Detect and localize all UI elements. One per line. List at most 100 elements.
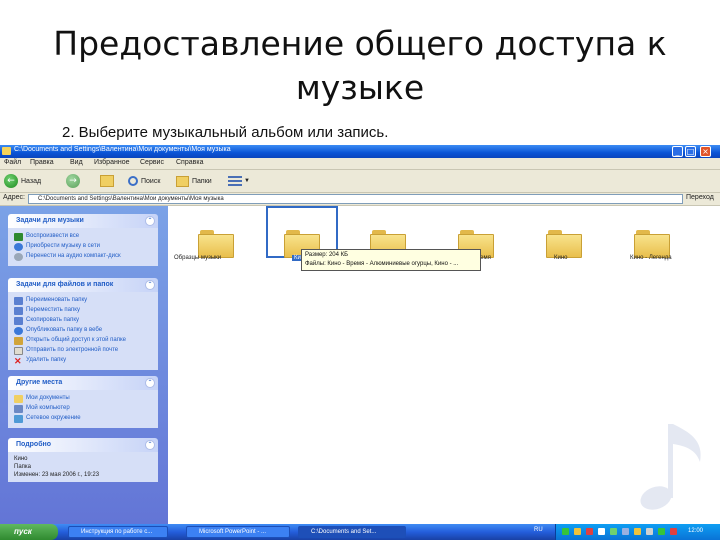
taskbar-item-document[interactable]: Инструкция по работе с... (68, 526, 168, 538)
menu-edit[interactable]: Правка (30, 159, 54, 166)
collapse-icon[interactable]: ⌃ (145, 280, 155, 290)
toolbar: ← Назад → Поиск Папки ▼ (0, 170, 720, 193)
folder-icon[interactable] (634, 230, 670, 258)
file-tasks-header[interactable]: Задачи для файлов и папок ⌃ (8, 278, 158, 292)
search-button[interactable]: Поиск (128, 173, 160, 189)
details-title: Подробно (16, 441, 52, 448)
up-folder-button[interactable] (100, 173, 114, 189)
taskbar: пуск Инструкция по работе с... Microsoft… (0, 524, 720, 540)
speaker-icon[interactable] (646, 528, 653, 535)
close-button[interactable]: × (700, 146, 711, 157)
tooltip-files: Файлы: Кино - Время - Алюминиевые огурцы… (305, 261, 459, 267)
menu-view[interactable]: Вид (70, 159, 83, 166)
window-title: C:\Documents and Settings\Валентина\Мои … (14, 146, 231, 153)
network-icon (14, 415, 23, 423)
menu-favorites[interactable]: Избранное (94, 159, 129, 166)
slide-title: Предоставление общего доступа к музыке (53, 24, 667, 107)
collapse-icon[interactable]: ⌃ (145, 378, 155, 388)
file-view: Образцы музыки Кино Кино - Время Кино Ки… (168, 206, 720, 524)
task-copy-folder[interactable]: Скопировать папку (14, 317, 152, 325)
details-modified: Изменен: 23 мая 2006 г., 19:23 (14, 472, 100, 478)
collapse-icon[interactable]: ⌃ (145, 216, 155, 226)
tray-icon[interactable] (670, 528, 677, 535)
task-publish-folder[interactable]: Опубликовать папку в вебе (14, 327, 152, 335)
taskbar-item-explorer[interactable]: C:\Documents and Set... (298, 526, 406, 538)
folders-button[interactable]: Папки (176, 173, 212, 189)
rename-icon (14, 297, 23, 305)
folder-icon[interactable] (198, 230, 234, 258)
folder-tooltip: Размер: 204 КБ Файлы: Кино - Время - Алю… (301, 249, 481, 271)
tray-icon[interactable] (658, 528, 665, 535)
chevron-down-icon: ▼ (244, 178, 250, 184)
task-email-folder[interactable]: Отправить по электронной почте (14, 347, 152, 355)
go-button[interactable]: Переход (686, 194, 714, 201)
file-tasks-panel: Задачи для файлов и папок ⌃ Переименоват… (8, 278, 158, 370)
details-type: Папка (14, 464, 31, 470)
other-places-panel: Другие места ⌃ Мои документы Мой компьют… (8, 376, 158, 428)
details-panel: Подробно ⌃ Кино Папка Изменен: 23 мая 20… (8, 438, 158, 482)
folder-label: Кино - Легенда (630, 255, 672, 261)
place-my-documents[interactable]: Мои документы (14, 395, 152, 403)
globe-icon (14, 243, 23, 251)
tray-icon[interactable] (622, 528, 629, 535)
minimize-button[interactable]: _ (672, 146, 683, 157)
clock[interactable]: 12:00 (688, 528, 703, 534)
other-places-title: Другие места (16, 379, 63, 386)
taskbar-item-powerpoint[interactable]: Microsoft PowerPoint - ... (186, 526, 290, 538)
play-icon (14, 233, 23, 241)
documents-folder-icon (14, 395, 23, 403)
task-share-folder[interactable]: Открыть общий доступ к этой папке (14, 337, 152, 345)
task-rename-folder[interactable]: Переименовать папку (14, 297, 152, 305)
forward-button[interactable]: → (66, 173, 80, 189)
folders-icon (176, 175, 189, 187)
task-move-folder[interactable]: Переместить папку (14, 307, 152, 315)
folders-label: Папки (192, 177, 212, 185)
slide-subtitle: 2. Выберите музыкальный альбом или запис… (62, 124, 389, 141)
tray-icon[interactable] (574, 528, 581, 535)
search-icon (128, 176, 138, 186)
envelope-icon (14, 347, 23, 355)
start-button[interactable]: пуск (0, 524, 58, 540)
tray-icon[interactable] (610, 528, 617, 535)
address-input[interactable]: C:\Documents and Settings\Валентина\Мои … (28, 194, 683, 204)
details-header[interactable]: Подробно ⌃ (8, 438, 158, 452)
menu-file[interactable]: Файл (4, 159, 21, 166)
address-label: Адрес: (3, 194, 25, 201)
collapse-icon[interactable]: ⌃ (145, 440, 155, 450)
explorer-window: C:\Documents and Settings\Валентина\Мои … (0, 145, 720, 540)
place-network[interactable]: Сетевое окружение (14, 415, 152, 423)
task-delete-folder[interactable]: ✕ Удалить папку (14, 356, 152, 366)
music-tasks-title: Задачи для музыки (16, 217, 84, 224)
folder-label: Образцы музыки (174, 255, 222, 261)
maximize-button[interactable]: □ (685, 146, 696, 157)
views-button[interactable]: ▼ (228, 173, 250, 189)
task-play-all[interactable]: Воспроизвести все (14, 233, 152, 241)
other-places-header[interactable]: Другие места ⌃ (8, 376, 158, 390)
delete-x-icon: ✕ (14, 356, 22, 366)
task-buy-music[interactable]: Приобрести музыку в сети (14, 243, 152, 251)
tray-icon[interactable] (598, 528, 605, 535)
music-note-watermark-icon (640, 424, 701, 510)
system-tray: RU 12:00 (534, 524, 720, 540)
tray-icon[interactable] (562, 528, 569, 535)
place-my-computer[interactable]: Мой компьютер (14, 405, 152, 413)
tray-icon[interactable] (586, 528, 593, 535)
back-button[interactable]: ← Назад (4, 173, 41, 189)
folder-icon[interactable] (546, 230, 582, 258)
move-icon (14, 307, 23, 315)
file-tasks-title: Задачи для файлов и папок (16, 281, 114, 288)
tray-icon[interactable] (634, 528, 641, 535)
computer-icon (14, 405, 23, 413)
music-tasks-header[interactable]: Задачи для музыки ⌃ (8, 214, 158, 228)
task-burn-cd[interactable]: Перенести на аудио компакт-диск (14, 253, 152, 261)
menu-tools[interactable]: Сервис (140, 159, 164, 166)
menu-bar: Файл Правка Вид Избранное Сервис Справка (0, 158, 720, 170)
globe-icon (14, 327, 23, 335)
window-title-bar[interactable]: C:\Documents and Settings\Валентина\Мои … (0, 145, 720, 158)
cd-icon (14, 253, 23, 261)
language-indicator[interactable]: RU (534, 527, 543, 533)
search-label: Поиск (141, 177, 161, 185)
tooltip-size: Размер: 204 КБ (305, 252, 349, 258)
copy-icon (14, 317, 23, 325)
menu-help[interactable]: Справка (176, 159, 203, 166)
